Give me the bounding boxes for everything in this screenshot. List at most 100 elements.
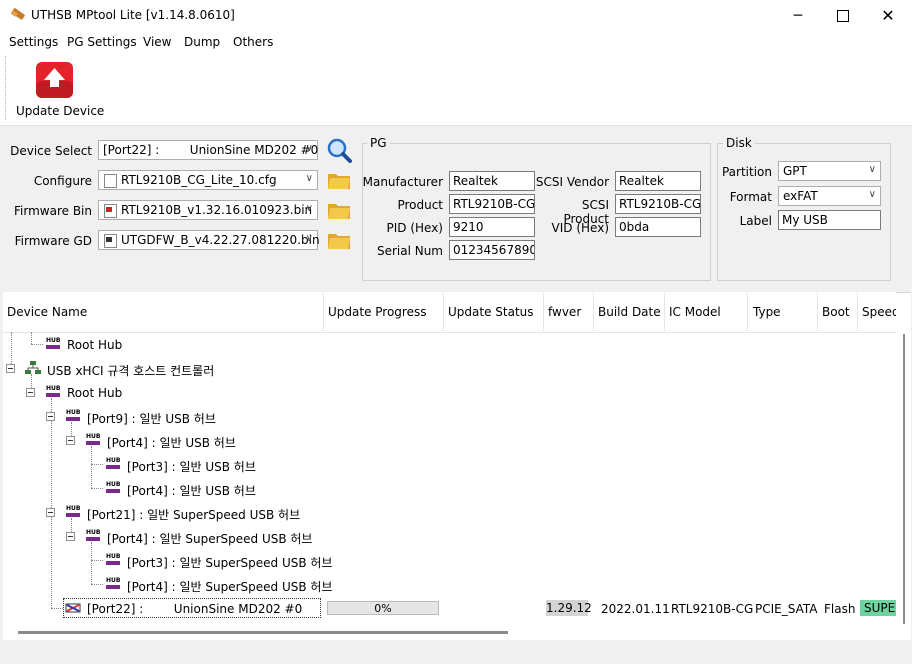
chevron-down-icon: ∨ bbox=[868, 164, 876, 175]
tree-node-root-hub[interactable]: Root Hub bbox=[67, 338, 122, 352]
collapse-icon[interactable] bbox=[66, 436, 75, 445]
menu-bar bbox=[0, 31, 912, 53]
col-separator[interactable] bbox=[593, 293, 594, 331]
hub-icon: HUB bbox=[105, 481, 121, 495]
tree-line bbox=[31, 332, 32, 344]
tree-node-root-hub[interactable]: Root Hub bbox=[67, 386, 122, 400]
pid-field[interactable]: 9210 bbox=[449, 217, 535, 237]
close-icon: ✕ bbox=[881, 6, 895, 25]
minimize-button[interactable]: ─ bbox=[775, 0, 821, 31]
device-select-label: Device Select bbox=[10, 144, 92, 158]
hub-icon: HUB bbox=[45, 337, 61, 351]
tree-node-port21[interactable]: [Port21] : 일반 SuperSpeed USB 허브 bbox=[87, 506, 300, 523]
col-separator[interactable] bbox=[857, 293, 858, 331]
partition-dropdown[interactable]: GPT ∨ bbox=[778, 161, 881, 181]
chevron-down-icon: ∨ bbox=[868, 189, 876, 200]
col-separator[interactable] bbox=[323, 293, 324, 331]
device-select-dropdown[interactable]: [Port22] : UnionSine MD202 #0 ∨ bbox=[98, 140, 318, 160]
vid-label: VID (Hex) bbox=[551, 221, 609, 235]
vid-field[interactable]: 0bda bbox=[615, 217, 701, 237]
hub-icon: HUB bbox=[105, 577, 121, 591]
serial-num-field[interactable]: 012345678903 bbox=[449, 240, 535, 260]
collapse-icon[interactable] bbox=[26, 388, 35, 397]
col-boot[interactable]: Boot bbox=[822, 305, 850, 319]
tree-node-port4-ss[interactable]: [Port4] : 일반 SuperSpeed USB 허브 bbox=[127, 578, 332, 595]
volume-label-field[interactable]: My USB bbox=[778, 210, 881, 230]
tree-line bbox=[31, 344, 43, 345]
horizontal-scrollbar-thumb[interactable] bbox=[18, 631, 508, 634]
col-update-progress[interactable]: Update Progress bbox=[328, 305, 426, 319]
hub-icon: HUB bbox=[85, 529, 101, 543]
col-separator[interactable] bbox=[747, 293, 748, 331]
collapse-icon[interactable] bbox=[6, 364, 15, 373]
toolbar bbox=[0, 53, 912, 126]
collapse-icon[interactable] bbox=[46, 508, 55, 517]
firmware-bin-dropdown[interactable]: RTL9210B_v1.32.16.010923.bin ∨ bbox=[98, 200, 318, 220]
tree-node-port4[interactable]: [Port4] : 일반 USB 허브 bbox=[107, 434, 236, 451]
tree-node-port3-ss[interactable]: [Port3] : 일반 SuperSpeed USB 허브 bbox=[127, 554, 332, 571]
configure-dropdown[interactable]: RTL9210B_CG_Lite_10.cfg ∨ bbox=[98, 170, 318, 190]
menu-dump[interactable]: Dump bbox=[184, 35, 220, 49]
col-update-status[interactable]: Update Status bbox=[448, 305, 534, 319]
col-ic-model[interactable]: IC Model bbox=[669, 305, 721, 319]
vertical-scrollbar-thumb[interactable] bbox=[903, 334, 905, 624]
collapse-icon[interactable] bbox=[46, 412, 55, 421]
scsi-vendor-field[interactable]: Realtek bbox=[615, 171, 701, 191]
tree-node-port4-ss[interactable]: [Port4] : 일반 SuperSpeed USB 허브 bbox=[107, 530, 312, 547]
window-title: UTHSB MPtool Lite [v1.14.8.0610] bbox=[31, 8, 235, 22]
update-device-button[interactable]: Update Device bbox=[16, 104, 104, 118]
product-field[interactable]: RTL9210B-CG bbox=[449, 194, 535, 214]
collapse-icon[interactable] bbox=[66, 532, 75, 541]
col-speed[interactable]: Speed bbox=[862, 305, 896, 319]
tree-node-port3[interactable]: [Port3] : 일반 USB 허브 bbox=[127, 458, 256, 475]
menu-pg-settings[interactable]: PG Settings bbox=[67, 35, 137, 49]
maximize-button[interactable] bbox=[820, 0, 866, 31]
tree-line bbox=[91, 542, 92, 584]
close-button[interactable]: ✕ bbox=[865, 0, 911, 31]
col-separator[interactable] bbox=[443, 293, 444, 331]
chevron-down-icon: ∨ bbox=[305, 143, 313, 154]
col-build-date[interactable]: Build Date bbox=[598, 305, 661, 319]
update-progress-bar: 0% bbox=[327, 601, 439, 615]
tree-node-xhci-controller[interactable]: USB xHCI 규격 호스트 컨트롤러 bbox=[47, 362, 214, 379]
col-separator[interactable] bbox=[817, 293, 818, 331]
tree-line bbox=[91, 560, 103, 561]
tree-line bbox=[91, 464, 103, 465]
search-icon[interactable] bbox=[326, 137, 352, 163]
menu-others[interactable]: Others bbox=[233, 35, 273, 49]
folder-icon[interactable] bbox=[327, 230, 351, 250]
col-separator[interactable] bbox=[543, 293, 544, 331]
device-select-value: [Port22] : UnionSine MD202 #0 bbox=[103, 143, 319, 157]
col-device-name[interactable]: Device Name bbox=[7, 305, 87, 319]
tree-line bbox=[91, 584, 103, 585]
col-type[interactable]: Type bbox=[753, 305, 781, 319]
manufacturer-field[interactable]: Realtek bbox=[449, 171, 535, 191]
boot-cell: Flash bbox=[824, 602, 856, 616]
pid-label: PID (Hex) bbox=[386, 221, 444, 235]
format-dropdown[interactable]: exFAT ∨ bbox=[778, 186, 881, 206]
configure-value: RTL9210B_CG_Lite_10.cfg bbox=[121, 173, 277, 187]
tree-line bbox=[91, 446, 92, 488]
firmware-bin-label: Firmware Bin bbox=[14, 204, 92, 218]
toolbar-grip bbox=[5, 56, 7, 120]
folder-icon[interactable] bbox=[327, 170, 351, 190]
update-device-icon[interactable] bbox=[35, 61, 74, 99]
usb-storage-icon bbox=[65, 603, 81, 613]
tree-node-port9[interactable]: [Port9] : 일반 USB 허브 bbox=[87, 410, 216, 427]
device-row-name[interactable]: [Port22] : UnionSine MD202 #0 bbox=[87, 602, 302, 616]
scsi-product-field[interactable]: RTL9210B-CG bbox=[615, 194, 701, 214]
manufacturer-label: Manufacturer bbox=[362, 175, 443, 189]
minimize-icon: ─ bbox=[793, 7, 803, 24]
scsi-vendor-label: SCSI Vendor bbox=[535, 175, 609, 189]
firmware-gd-dropdown[interactable]: UTGDFW_B_v4.22.27.081220.bin ∨ bbox=[98, 230, 320, 250]
folder-icon[interactable] bbox=[327, 200, 351, 220]
hub-icon: HUB bbox=[105, 553, 121, 567]
col-separator[interactable] bbox=[664, 293, 665, 331]
vertical-scrollbar[interactable] bbox=[899, 334, 909, 624]
tree-node-port4[interactable]: [Port4] : 일반 USB 허브 bbox=[127, 482, 256, 499]
menu-settings[interactable]: Settings bbox=[9, 35, 58, 49]
usb-controller-icon bbox=[25, 361, 41, 374]
menu-view[interactable]: View bbox=[143, 35, 171, 49]
col-fwver[interactable]: fwver bbox=[548, 305, 581, 319]
serial-num-label: Serial Num bbox=[376, 244, 443, 258]
